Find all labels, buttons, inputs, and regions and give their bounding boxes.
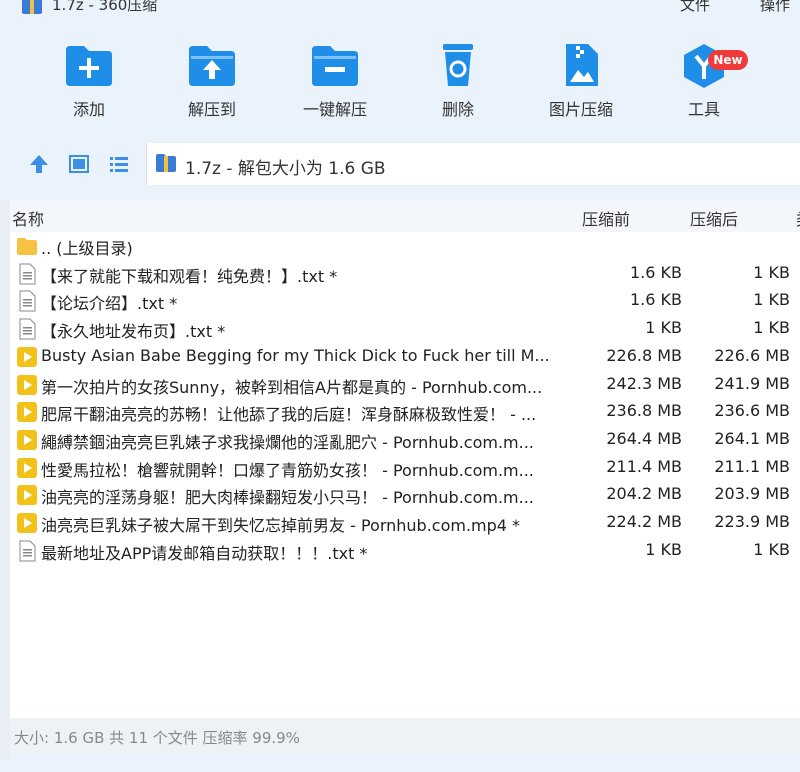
text-file-icon (16, 263, 38, 285)
col-extra[interactable]: 类 (796, 206, 800, 230)
new-badge: New (708, 50, 748, 70)
text-file-icon (16, 290, 38, 312)
size-after: 1 KB (753, 539, 790, 559)
extract-to-icon (189, 46, 235, 86)
size-before: 1.6 KB (630, 262, 682, 282)
delete-button[interactable]: 删除 (408, 42, 508, 120)
table-row[interactable]: Busty Asian Babe Begging for my Thick Di… (10, 343, 800, 370)
table-row[interactable]: 【来了就能下载和观看！纯免费！】.txt * 1.6 KB 1 KB (10, 260, 800, 287)
table-row[interactable]: 繩縛禁錮油亮亮巨乳婊子求我操爛他的淫亂肥穴 - Pornhub.com.m...… (10, 426, 800, 453)
status-text: 大小: 1.6 GB 共 11 个文件 压缩率 99.9% (14, 729, 300, 747)
file-name: 油亮亮巨乳妹子被大屌干到失忆忘掉前男友 - Pornhub.com.mp4 * (41, 516, 521, 535)
file-name: .. (上级目录) (41, 239, 133, 258)
file-name: 性愛馬拉松！槍響就開幹！口爆了青筋奶女孩！ - Pornhub.com.m... (41, 460, 534, 480)
file-name: 肥屌干翻油亮亮的苏畅！让他舔了我的后庭！浑身酥麻极致性爱！ - ... (41, 405, 537, 425)
video-file-icon (16, 346, 38, 368)
size-before: 226.8 MB (606, 345, 682, 365)
list-view-icon[interactable] (108, 153, 130, 175)
text-file-icon (16, 540, 38, 562)
thumbnail-view-icon[interactable] (68, 153, 90, 175)
size-before: 204.2 MB (606, 484, 682, 504)
file-name: 【永久地址发布页】.txt * (41, 322, 226, 342)
add-folder-icon (66, 46, 112, 86)
left-edge (0, 200, 10, 760)
address-bar[interactable]: 1.7z - 解包大小为 1.6 GB (146, 143, 800, 185)
file-name: 最新地址及APP请发邮箱自动获取！！！.txt * (41, 543, 368, 563)
size-before: 236.8 MB (606, 401, 682, 421)
video-file-icon (16, 374, 38, 396)
size-before: 1.6 KB (630, 290, 682, 310)
folder-icon (16, 235, 38, 257)
one-click-extract-icon (312, 46, 358, 86)
video-file-icon (16, 484, 38, 506)
one-click-extract-label: 一键解压 (302, 100, 367, 119)
file-list: 名称 压缩前 压缩后 类 .. (上级目录) 【来了就能下载和观看！纯免费！】.t… (10, 200, 800, 718)
list-header: 名称 压缩前 压缩后 类 (10, 200, 800, 232)
one-click-extract-button[interactable]: 一键解压 (285, 42, 385, 120)
menu-file[interactable]: 文件 (680, 0, 710, 15)
col-after[interactable]: 压缩后 (690, 206, 738, 230)
image-compress-label: 图片压缩 (548, 100, 613, 119)
status-bar: 大小: 1.6 GB 共 11 个文件 压缩率 99.9% (10, 718, 800, 754)
size-after: 226.6 MB (714, 345, 790, 365)
file-name: 繩縛禁錮油亮亮巨乳婊子求我操爛他的淫亂肥穴 - Pornhub.com.m... (41, 432, 534, 452)
table-row[interactable]: .. (上级目录) (10, 232, 800, 259)
video-file-icon (16, 512, 38, 534)
table-row[interactable]: 第一次拍片的女孩Sunny，被幹到相信A片都是真的 - Pornhub.com.… (10, 371, 800, 398)
delete-icon (443, 44, 473, 86)
size-after: 236.6 MB (714, 401, 790, 421)
extract-to-button[interactable]: 解压到 (162, 42, 262, 120)
file-name: Busty Asian Babe Begging for my Thick Di… (41, 345, 550, 365)
size-after: 203.9 MB (714, 484, 790, 504)
size-before: 1 KB (645, 318, 682, 338)
size-after: 223.9 MB (714, 512, 790, 531)
toolbar: 添加 解压到 一键解压 删除 图片压缩 工具 New (0, 22, 800, 142)
image-compress-button[interactable]: 图片压缩 (531, 42, 631, 120)
extract-to-label: 解压到 (187, 100, 236, 119)
delete-label: 删除 (441, 100, 474, 119)
video-file-icon (16, 429, 38, 451)
address-path: 1.7z - 解包大小为 1.6 GB (185, 159, 386, 179)
size-before: 211.4 MB (606, 456, 682, 476)
size-after: 1 KB (753, 290, 790, 310)
size-after: 1 KB (753, 318, 790, 338)
tools-label: 工具 (687, 100, 720, 119)
archive-icon (156, 154, 176, 172)
table-row[interactable]: 性愛馬拉松！槍響就開幹！口爆了青筋奶女孩！ - Pornhub.com.m...… (10, 454, 800, 481)
table-row[interactable]: 最新地址及APP请发邮箱自动获取！！！.txt * 1 KB 1 KB (10, 537, 800, 564)
col-before[interactable]: 压缩前 (582, 206, 630, 230)
file-name: 第一次拍片的女孩Sunny，被幹到相信A片都是真的 - Pornhub.com.… (41, 377, 543, 397)
video-file-icon (16, 401, 38, 423)
file-name: 【来了就能下载和观看！纯免费！】.txt * (41, 266, 338, 286)
window-title: 1.7z - 360压缩 (52, 0, 158, 14)
table-row[interactable]: 【永久地址发布页】.txt * 1 KB 1 KB (10, 315, 800, 342)
size-before: 224.2 MB (606, 512, 682, 531)
app-logo-icon (22, 0, 42, 14)
size-before: 264.4 MB (606, 428, 682, 448)
file-name: 油亮亮的淫荡身躯！肥大肉棒操翻短发小只马！ - Pornhub.com.m... (41, 488, 534, 508)
size-before: 242.3 MB (606, 373, 682, 393)
size-after: 241.9 MB (714, 373, 790, 393)
size-after: 211.1 MB (714, 456, 790, 476)
size-after: 1 KB (753, 262, 790, 282)
table-row[interactable]: 油亮亮的淫荡身躯！肥大肉棒操翻短发小只马！ - Pornhub.com.m...… (10, 481, 800, 508)
image-compress-icon (566, 44, 598, 86)
size-after: 264.1 MB (714, 428, 790, 448)
table-row[interactable]: 肥屌干翻油亮亮的苏畅！让他舔了我的后庭！浑身酥麻极致性爱！ - ... 236.8… (10, 398, 800, 425)
table-row[interactable]: 【论坛介绍】.txt * 1.6 KB 1 KB (10, 287, 800, 314)
file-name: 【论坛介绍】.txt * (41, 294, 178, 314)
add-button[interactable]: 添加 (39, 42, 139, 120)
size-before: 1 KB (645, 539, 682, 559)
title-bar: 1.7z - 360压缩 文件 操作 (0, 0, 800, 22)
menu-operation[interactable]: 操作 (760, 0, 790, 15)
video-file-icon (16, 457, 38, 479)
add-label: 添加 (72, 100, 105, 119)
up-arrow-icon[interactable] (28, 153, 50, 175)
col-name[interactable]: 名称 (12, 206, 44, 230)
table-row[interactable]: 油亮亮巨乳妹子被大屌干到失忆忘掉前男友 - Pornhub.com.mp4 * 2… (10, 509, 800, 536)
text-file-icon (16, 318, 38, 340)
